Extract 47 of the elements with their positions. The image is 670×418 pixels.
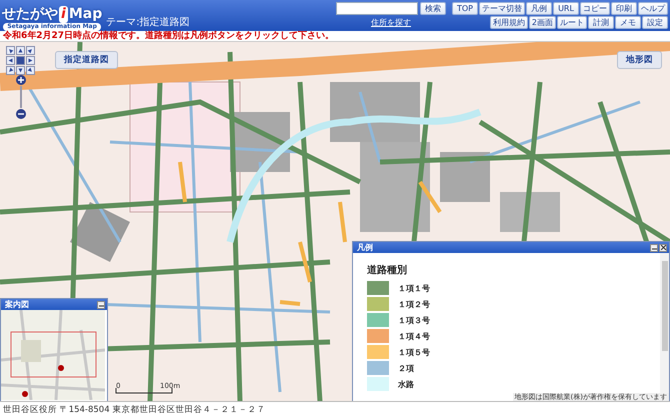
legend-label: １項２号 — [398, 298, 430, 310]
address-search-link[interactable]: 住所を探す — [371, 17, 411, 28]
toolbar-button[interactable]: ヘルプ — [638, 2, 668, 15]
legend-label: １項１号 — [398, 282, 430, 294]
close-icon — [660, 245, 666, 250]
toolbar-button[interactable]: 利用規約 — [490, 16, 528, 29]
close-button[interactable] — [659, 244, 667, 252]
toolbar-button[interactable]: コピー — [580, 2, 610, 15]
plus-icon — [18, 77, 24, 83]
pan-button[interactable] — [6, 56, 15, 65]
guide-map-title: 案内図 — [5, 299, 29, 310]
footer-address: 世田谷区役所 〒154-8504 東京都世田谷区世田谷４－２１－２７ — [0, 401, 670, 418]
pan-button[interactable] — [26, 66, 35, 75]
theme-title: テーマ:指定道路図 — [106, 16, 190, 30]
pan-button[interactable] — [26, 46, 35, 55]
toolbar-button[interactable]: テーマ切替 — [479, 2, 525, 15]
toolbar-button[interactable]: URL — [553, 2, 579, 15]
toolbar-button[interactable]: 凡例 — [526, 2, 552, 15]
search-field[interactable] — [336, 2, 418, 15]
toolbar-button[interactable]: 計測 — [588, 16, 614, 29]
minimize-button[interactable] — [650, 244, 658, 252]
pan-button[interactable] — [16, 66, 25, 75]
legend-label: １項４号 — [398, 330, 430, 342]
pan-button[interactable] — [26, 56, 35, 65]
legend-heading: 道路種別 — [367, 264, 408, 277]
terrain-map-button[interactable]: 地形図 — [617, 51, 662, 69]
scrollbar[interactable] — [660, 253, 669, 393]
minimize-button[interactable] — [97, 300, 105, 308]
layer-button[interactable]: 指定道路図 — [55, 51, 118, 69]
toolbar-button[interactable]: 2画面 — [528, 16, 556, 29]
search-button[interactable]: 検索 — [420, 2, 446, 15]
minus-icon — [18, 111, 24, 117]
toolbar-button[interactable]: メモ — [615, 16, 641, 29]
logo[interactable]: せたがや i Map — [2, 6, 102, 23]
toolbar-button[interactable]: ルート — [557, 16, 587, 29]
toolbar-button[interactable]: 印刷 — [611, 2, 637, 15]
toolbar-button[interactable]: TOP — [452, 2, 478, 15]
legend-label: 水路 — [398, 378, 414, 390]
toolbar-button[interactable]: 設定 — [642, 16, 668, 29]
pan-button[interactable] — [6, 46, 15, 55]
legend-label: １項３号 — [398, 314, 430, 326]
legend-label: １項５号 — [398, 346, 430, 358]
legend-title: 凡例 — [357, 242, 373, 253]
pan-button[interactable] — [16, 46, 25, 55]
scale-bar-icon — [115, 388, 173, 394]
legend-label: ２項 — [398, 362, 414, 374]
pan-button[interactable] — [6, 66, 15, 75]
